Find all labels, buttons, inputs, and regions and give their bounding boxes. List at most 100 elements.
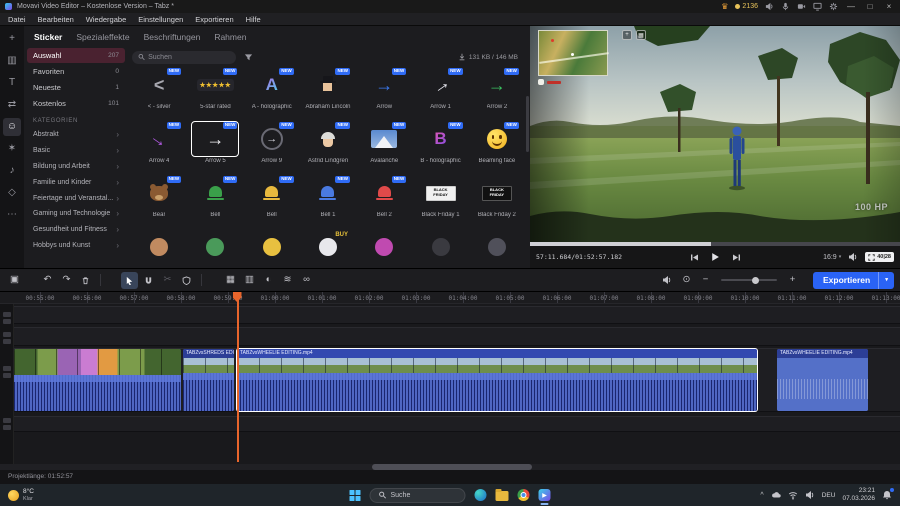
chrome-browser-icon[interactable]	[517, 489, 530, 501]
tab-beschriftungen[interactable]: Beschriftungen	[144, 32, 201, 42]
points-counter[interactable]: 2136	[735, 3, 758, 10]
sticker-item[interactable]: B NEW B - holographic	[413, 122, 467, 176]
sticker-thumb[interactable]: < NEW	[136, 68, 182, 102]
zoom-slider-handle[interactable]	[751, 276, 759, 284]
stickers-icon[interactable]: ☺	[3, 118, 21, 136]
collection-kostenlos[interactable]: Kostenlos 101	[27, 96, 125, 111]
filter-icon[interactable]	[242, 51, 254, 63]
sticker-item[interactable]: ★★★★★ NEW 5-star rated	[188, 68, 242, 122]
sticker-thumb[interactable]: BLACK FRIDAY	[474, 176, 520, 210]
tab-sticker[interactable]: Sticker	[34, 32, 62, 42]
sticker-item[interactable]: NEW Abraham Lincoln	[301, 68, 355, 122]
sticker-item[interactable]: BLACK FRIDAY Black Friday 1	[413, 176, 467, 230]
sticker-item[interactable]: NEW Beaming face	[470, 122, 524, 176]
record-icon[interactable]: ⊙	[678, 272, 695, 289]
window-maximize-button[interactable]: □	[864, 2, 876, 11]
track1-controls[interactable]	[2, 312, 11, 324]
sticker-thumb[interactable]: NEW	[192, 176, 238, 210]
notification-button[interactable]	[882, 488, 894, 500]
sticker-thumb[interactable]: NEW	[305, 68, 351, 102]
window-minimize-button[interactable]: —	[845, 2, 857, 11]
sticker-thumb[interactable]: B NEW	[418, 122, 464, 156]
language-indicator[interactable]: DEU	[822, 492, 836, 499]
timeline-clip[interactable]: TABZvsSHREDS EDITI	[183, 349, 234, 411]
sticker-thumb[interactable]: → NEW	[249, 122, 295, 156]
menu-item-hilfe[interactable]: Hilfe	[246, 15, 261, 24]
sticker-thumb[interactable]: A NEW	[249, 68, 295, 102]
premium-crown-icon[interactable]: ♛	[721, 2, 728, 11]
sticker-thumb[interactable]: → NEW	[191, 121, 240, 157]
tab-spezialeffekte[interactable]: Spezialeffekte	[76, 32, 129, 42]
sticker-item[interactable]: A NEW A - holographic	[245, 68, 299, 122]
sticker-thumb[interactable]	[474, 230, 520, 264]
aspect-ratio-select[interactable]: 16:9 ▾	[823, 254, 841, 261]
track-volume-icon[interactable]	[659, 272, 676, 289]
category-item[interactable]: Bildung und Arbeit ›	[27, 159, 125, 175]
sticker-thumb[interactable]: NEW	[249, 176, 295, 210]
playhead[interactable]	[237, 292, 239, 462]
media-bin-icon[interactable]: ▥	[3, 52, 21, 70]
taskbar-search[interactable]: Suche	[369, 487, 466, 503]
export-dropdown-caret[interactable]: ▾	[878, 271, 894, 289]
sticker-thumb[interactable]	[136, 230, 182, 264]
sticker-thumb[interactable]: BLACK FRIDAY	[418, 176, 464, 210]
clock-widget[interactable]: 23:21 07.03.2026	[842, 487, 875, 503]
sticker-thumb[interactable]: NEW	[474, 122, 520, 156]
speaker-icon[interactable]	[765, 2, 774, 11]
panel-layout-icon[interactable]: ▣	[6, 272, 23, 289]
collection-neueste[interactable]: Neueste 1	[27, 80, 125, 95]
timeline-clip[interactable]	[14, 349, 181, 411]
display-icon[interactable]	[813, 2, 822, 11]
sticker-item[interactable]: NEW Bear	[132, 176, 186, 230]
sticker-thumb[interactable]: ★★★★★ NEW	[192, 68, 238, 102]
sticker-item[interactable]: BLACK FRIDAY Black Friday 2	[470, 176, 524, 230]
overlay-track-1[interactable]	[14, 306, 900, 324]
effects-icon[interactable]: ✶	[3, 140, 21, 158]
volume-icon[interactable]	[848, 252, 858, 262]
sticker-item[interactable]: → NEW Arrow 5	[188, 121, 242, 176]
category-item[interactable]: Basic ›	[27, 143, 125, 159]
tab-rahmen[interactable]: Rahmen	[214, 32, 246, 42]
export-button[interactable]: Exportieren ▾	[812, 271, 894, 289]
camera-icon[interactable]	[797, 2, 806, 11]
category-item[interactable]: Feiertage und Veranstal... ›	[27, 190, 125, 206]
start-button[interactable]	[349, 489, 361, 501]
sticker-item[interactable]: NEW Astrid Lindgren	[301, 122, 355, 176]
video-viewport[interactable]: + ▦ 100 HP	[530, 26, 900, 242]
sticker-search-input[interactable]	[148, 53, 230, 61]
sticker-thumb[interactable]: → NEW	[361, 68, 407, 102]
settings-gear-icon[interactable]	[829, 2, 838, 11]
sticker-item[interactable]: → NEW Arrow 2	[470, 68, 524, 122]
menu-item-wiedergabe[interactable]: Wiedergabe	[86, 15, 126, 24]
menu-item-bearbeiten[interactable]: Bearbeiten	[38, 15, 74, 24]
edge-browser-icon[interactable]	[474, 489, 487, 501]
menu-item-einstellungen[interactable]: Einstellungen	[138, 15, 183, 24]
category-item[interactable]: Gesundheit und Fitness ›	[27, 222, 125, 238]
marker-tool-icon[interactable]	[178, 272, 195, 289]
sticker-thumb[interactable]: → NEW	[418, 68, 464, 102]
magnet-tool-icon[interactable]	[140, 272, 157, 289]
sticker-item[interactable]: → NEW Arrow 1	[413, 68, 467, 122]
grid-view-icon[interactable]: ▦	[222, 272, 239, 289]
add-media-icon[interactable]: +	[3, 30, 21, 48]
sticker-item[interactable]: NEW Avalanche	[357, 122, 411, 176]
sticker-thumb[interactable]	[249, 230, 295, 264]
sticker-thumb[interactable]: NEW	[361, 176, 407, 210]
menu-item-datei[interactable]: Datei	[8, 15, 26, 24]
volume-icon[interactable]	[805, 490, 815, 500]
transitions-icon[interactable]: ⇄	[3, 96, 21, 114]
file-explorer-icon[interactable]	[495, 489, 509, 501]
sticker-item[interactable]: BUY	[301, 230, 355, 266]
sticker-item[interactable]	[470, 230, 524, 266]
sticker-thumb[interactable]	[418, 230, 464, 264]
cloud-icon[interactable]	[771, 490, 781, 500]
sticker-item[interactable]	[132, 230, 186, 266]
category-item[interactable]: Gaming und Technologie ›	[27, 206, 125, 222]
sticker-thumb[interactable]: → NEW	[136, 122, 182, 156]
wifi-icon[interactable]	[788, 490, 798, 500]
window-close-button[interactable]: ×	[883, 2, 895, 11]
previous-frame-button[interactable]	[688, 251, 700, 263]
cursor-tool-icon[interactable]	[121, 271, 138, 289]
titles-icon[interactable]: T	[3, 74, 21, 92]
more-tools-icon[interactable]: ⋯	[3, 206, 21, 224]
